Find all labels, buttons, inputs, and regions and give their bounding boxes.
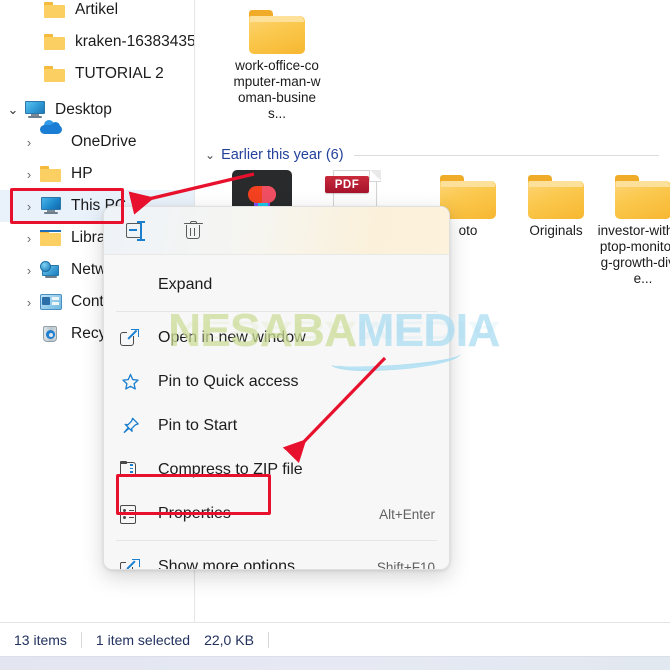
menu-item-shortcut: Shift+F10 bbox=[376, 559, 435, 570]
chevron-right-icon[interactable]: › bbox=[18, 231, 40, 246]
sidebar-item-label: Desktop bbox=[55, 101, 112, 118]
status-size: 22,0 KB bbox=[204, 631, 254, 648]
status-item-count: 13 items bbox=[14, 631, 67, 648]
file-tile-investor[interactable]: investor-with-laptop-monitoring-growth-d… bbox=[597, 175, 670, 287]
network-icon bbox=[40, 260, 64, 280]
menu-item-pin-to-quick-access[interactable]: Pin to Quick access bbox=[104, 360, 449, 404]
control-panel-icon bbox=[40, 292, 64, 312]
sidebar-item-label: Artikel bbox=[75, 1, 119, 18]
menu-item-open-in-new-window[interactable]: Open in new window bbox=[104, 316, 449, 360]
rename-icon[interactable] bbox=[120, 216, 154, 246]
chevron-down-icon[interactable]: ⌄ bbox=[205, 148, 215, 162]
menu-separator bbox=[116, 311, 437, 312]
menu-item-expand[interactable]: Expand bbox=[104, 263, 449, 307]
red-arrow-to-properties bbox=[282, 356, 387, 464]
status-divider bbox=[267, 631, 269, 648]
menu-item-label: Open in new window bbox=[158, 329, 306, 346]
taskbar-edge bbox=[0, 656, 670, 670]
file-tile-label: Originals bbox=[529, 223, 583, 238]
highlight-box-properties bbox=[116, 474, 271, 515]
library-folder-icon bbox=[40, 228, 64, 248]
chevron-right-icon[interactable]: › bbox=[18, 295, 40, 310]
show-more-icon bbox=[120, 558, 158, 569]
menu-item-pin-to-start[interactable]: Pin to Start bbox=[104, 404, 449, 448]
sidebar-item-onedrive[interactable]: › OneDrive bbox=[0, 120, 194, 158]
sidebar-item-label: TUTORIAL 2 bbox=[75, 65, 164, 82]
menu-item-show-more-options[interactable]: Show more options Shift+F10 bbox=[104, 545, 449, 570]
chevron-right-icon[interactable]: › bbox=[18, 167, 40, 182]
file-tile-label: work-office-computer-man-woman-busines..… bbox=[233, 58, 321, 121]
monitor-icon bbox=[24, 100, 48, 120]
folder-icon bbox=[44, 32, 68, 52]
cloud-icon bbox=[40, 120, 64, 152]
status-bar: 13 items 1 item selected 22,0 KB bbox=[0, 622, 670, 656]
file-tile-originals[interactable]: Originals bbox=[510, 175, 602, 239]
sidebar-item-label: HP bbox=[71, 165, 93, 182]
star-icon bbox=[120, 372, 158, 392]
chevron-down-icon[interactable]: ⌄ bbox=[2, 102, 24, 118]
sidebar-item-tutorial-2[interactable]: TUTORIAL 2 bbox=[0, 58, 194, 90]
sidebar-item-desktop[interactable]: ⌄ Desktop bbox=[0, 94, 194, 126]
chevron-right-icon[interactable]: › bbox=[18, 135, 40, 150]
menu-item-label: Show more options bbox=[158, 558, 295, 570]
group-header-earlier-this-year[interactable]: ⌄ Earlier this year (6) bbox=[205, 145, 665, 165]
folder-icon bbox=[249, 10, 305, 54]
group-divider bbox=[353, 154, 659, 156]
sidebar-item-label: kraken-1638343503 bbox=[75, 33, 213, 50]
open-new-window-icon bbox=[120, 329, 158, 347]
status-selection: 1 item selected bbox=[95, 631, 191, 648]
file-explorer-screenshot: Artikel kraken-1638343503 TUTORIAL 2 ⌄ D… bbox=[0, 0, 670, 670]
highlight-box-this-pc bbox=[10, 188, 124, 224]
folder-icon bbox=[615, 175, 670, 219]
menu-item-shortcut: Alt+Enter bbox=[379, 506, 435, 522]
delete-icon[interactable] bbox=[176, 216, 210, 246]
chevron-right-icon[interactable]: › bbox=[18, 263, 40, 278]
file-tile-label: investor-with-laptop-monitoring-growth-d… bbox=[597, 223, 670, 286]
menu-item-label: Expand bbox=[158, 276, 213, 293]
group-header-label: Earlier this year (6) bbox=[221, 147, 344, 163]
menu-separator bbox=[116, 540, 437, 541]
sidebar-item-label: OneDrive bbox=[71, 133, 137, 150]
folder-icon bbox=[44, 0, 68, 20]
sidebar-item-kraken[interactable]: kraken-1638343503 bbox=[0, 26, 213, 58]
folder-icon bbox=[528, 175, 584, 219]
folder-icon bbox=[44, 64, 68, 84]
context-menu[interactable]: Expand Open in new window Pin to Quick a… bbox=[103, 206, 450, 570]
file-tile-work-office[interactable]: work-office-computer-man-woman-busines..… bbox=[231, 10, 323, 122]
folder-icon bbox=[40, 164, 64, 184]
red-arrow-to-this-pc bbox=[128, 172, 255, 215]
sidebar-item-artikel[interactable]: Artikel bbox=[0, 0, 194, 26]
recycle-bin-icon bbox=[40, 324, 64, 344]
pin-icon bbox=[120, 416, 158, 436]
pdf-badge-label: PDF bbox=[325, 176, 369, 193]
